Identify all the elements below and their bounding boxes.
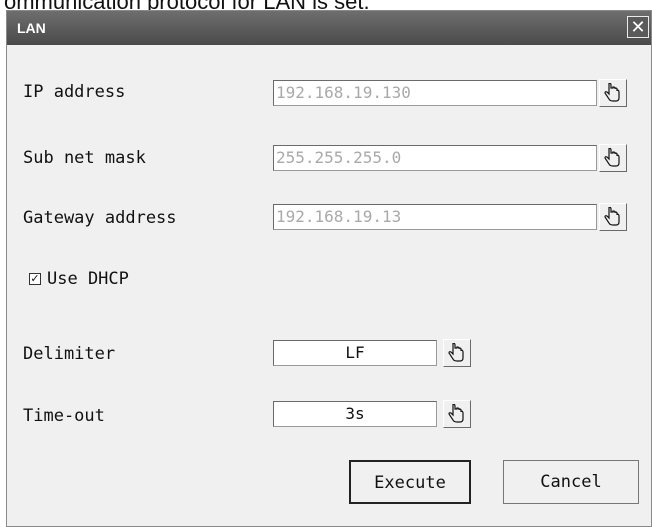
use-dhcp-checkbox[interactable]: ✓ xyxy=(29,273,41,285)
delimiter-label: Delimiter xyxy=(23,344,116,364)
use-dhcp-label: Use DHCP xyxy=(47,269,129,289)
ip-address-picker-button[interactable] xyxy=(599,79,627,107)
ip-address-field[interactable]: 192.168.19.130 xyxy=(273,80,597,106)
timeout-picker-button[interactable] xyxy=(443,400,471,428)
gateway-address-field[interactable]: 192.168.19.13 xyxy=(273,204,597,230)
hand-pointer-icon xyxy=(604,207,620,226)
gateway-address-picker-button[interactable] xyxy=(599,203,627,231)
delimiter-field[interactable]: LF xyxy=(273,340,437,366)
lan-dialog: LAN ✕ IP address 192.168.19.130 Sub net … xyxy=(6,10,652,527)
timeout-field[interactable]: 3s xyxy=(273,401,437,427)
close-button[interactable]: ✕ xyxy=(627,16,649,38)
subnet-mask-field[interactable]: 255.255.255.0 xyxy=(273,145,597,171)
delimiter-picker-button[interactable] xyxy=(443,339,471,367)
hand-pointer-icon xyxy=(448,343,464,362)
hand-pointer-icon xyxy=(604,148,620,167)
dialog-title: LAN xyxy=(17,20,46,36)
title-bar: LAN ✕ xyxy=(7,11,651,45)
timeout-label: Time-out xyxy=(23,406,105,426)
close-icon: ✕ xyxy=(630,17,646,37)
subnet-mask-picker-button[interactable] xyxy=(599,144,627,172)
ip-address-label: IP address xyxy=(23,82,126,102)
hand-pointer-icon xyxy=(604,83,620,102)
hand-pointer-icon xyxy=(448,404,464,423)
execute-button[interactable]: Execute xyxy=(349,460,471,504)
gateway-address-label: Gateway address xyxy=(23,208,177,228)
cancel-button[interactable]: Cancel xyxy=(503,460,639,504)
subnet-mask-label: Sub net mask xyxy=(23,148,146,168)
